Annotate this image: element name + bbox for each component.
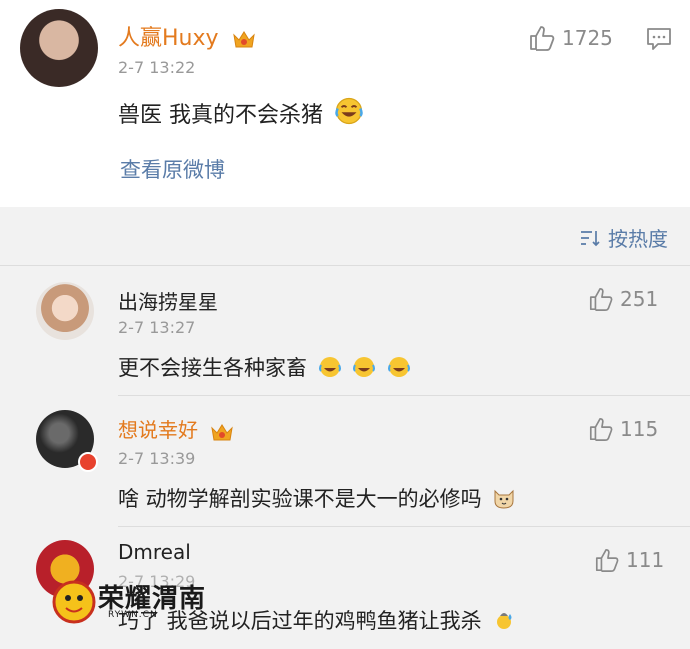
divider	[118, 526, 690, 527]
crown-icon	[211, 423, 234, 440]
comment-time: 2-7 13:39	[118, 449, 196, 468]
thumbs-up-icon	[589, 287, 613, 311]
cat-emoji-icon	[494, 489, 514, 509]
sort-bar: 按热度	[0, 207, 690, 265]
view-original-link[interactable]: 查看原微博	[120, 154, 225, 184]
username[interactable]: 想说幸好	[118, 414, 234, 443]
comment-text: 兽医 我真的不会杀猪	[118, 96, 364, 129]
comment-text: 更不会接生各种家畜	[118, 352, 411, 382]
thumbs-up-icon	[595, 548, 619, 572]
comment-time: 2-7 13:22	[118, 58, 196, 77]
laugh-cry-emoji-icon	[335, 97, 363, 125]
username[interactable]: 出海捞星星	[118, 286, 218, 315]
laugh-cry-emoji-icon	[353, 357, 376, 377]
username[interactable]: 人赢Huxy	[118, 20, 256, 52]
avatar[interactable]	[36, 282, 94, 340]
verified-badge	[78, 452, 98, 472]
sweat-emoji-icon	[497, 613, 512, 629]
divider	[118, 395, 690, 396]
sort-label: 按热度	[608, 227, 668, 251]
thumbs-up-icon	[589, 417, 613, 441]
divider	[0, 265, 690, 266]
like-count: 115	[620, 417, 659, 441]
comment-text: 啥 动物学解剖实验课不是大一的必修吗	[118, 483, 516, 513]
laugh-cry-emoji-icon	[318, 357, 341, 377]
thumbs-up-icon	[530, 26, 555, 51]
avatar[interactable]	[20, 9, 98, 87]
like-count: 1725	[562, 26, 613, 50]
comment-icon[interactable]	[646, 27, 672, 51]
like-button[interactable]: 251	[588, 286, 658, 312]
like-button[interactable]: 115	[588, 416, 658, 442]
watermark-subtitle: RYWN.CN	[108, 610, 158, 620]
comment-time: 2-7 13:27	[118, 318, 196, 337]
main-comment: 人赢Huxy 2-7 13:22 1725 兽医 我真的不会杀猪 查看原微博	[0, 0, 690, 207]
crown-icon	[232, 31, 255, 48]
like-count: 251	[620, 287, 659, 311]
like-button[interactable]: 1725	[528, 24, 613, 52]
like-count: 111	[626, 548, 665, 572]
sort-button[interactable]: 按热度	[580, 223, 668, 252]
like-button[interactable]: 111	[594, 547, 664, 573]
sort-icon	[581, 230, 600, 246]
laugh-cry-emoji-icon	[388, 357, 411, 377]
